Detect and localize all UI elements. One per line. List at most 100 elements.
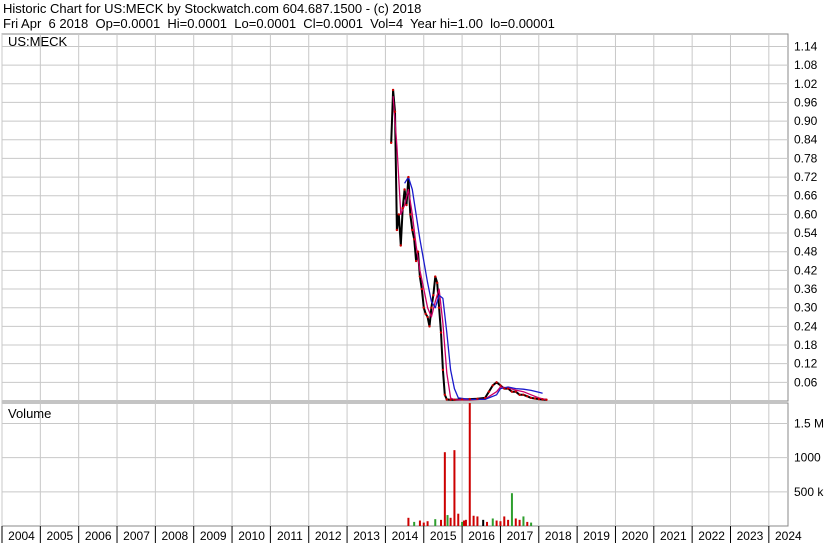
volume-bar <box>486 521 489 526</box>
price-point <box>476 397 479 401</box>
price-point <box>430 306 433 309</box>
volume-bar <box>495 520 498 526</box>
year-tick-label: 2004 <box>8 529 35 543</box>
volume-bar <box>522 516 525 526</box>
volume-tick-label: 1.5 M <box>794 417 824 431</box>
year-tick-label: 2019 <box>583 529 610 543</box>
year-tick-label: 2021 <box>660 529 687 543</box>
volume-bar <box>449 517 452 526</box>
stock-chart: 1.14 1.08 1.02 0.96 0.90 0.84 0.78 0.72 0.66 0.60… <box>1 33 824 543</box>
price-point <box>545 398 548 401</box>
volume-bar <box>468 403 471 526</box>
volume-tick-label: 500 k <box>794 485 824 499</box>
price-point <box>391 88 395 92</box>
year-tick-label: 2014 <box>392 529 419 543</box>
price-point <box>529 396 533 400</box>
volume-bar <box>507 519 510 526</box>
price-point <box>434 275 437 278</box>
price-point <box>453 398 456 401</box>
price-point <box>495 381 498 384</box>
price-tick-label: 0.30 <box>794 301 818 315</box>
price-point <box>435 281 439 285</box>
volume-bar <box>422 522 425 526</box>
volume-bar <box>407 517 410 526</box>
price-point <box>412 238 416 241</box>
price-tick-label: 0.84 <box>794 133 818 147</box>
price-point <box>443 393 447 396</box>
price-point <box>522 393 525 396</box>
price-panel-frame <box>1 33 789 402</box>
volume-panel-title: Volume <box>8 406 51 421</box>
year-tick-label: 2020 <box>622 529 649 543</box>
year-tick-label: 2006 <box>85 529 112 543</box>
price-point <box>416 250 420 253</box>
price-tick-label: 0.36 <box>794 282 818 296</box>
price-tick-label: 0.12 <box>794 357 818 371</box>
price-point <box>424 312 427 316</box>
volume-panel-frame <box>1 402 789 527</box>
volume-bar <box>472 515 475 526</box>
price-point <box>409 213 412 216</box>
price-point <box>518 393 521 396</box>
volume-bar <box>453 450 456 526</box>
volume-bar <box>413 521 416 526</box>
volume-bar <box>530 522 533 526</box>
volume-bar <box>446 515 449 526</box>
price-tick-label: 1.02 <box>794 77 818 91</box>
price-tick-label: 1.14 <box>794 39 818 53</box>
price-point <box>395 228 399 232</box>
price-tick-label: 1.08 <box>794 58 818 72</box>
volume-axis: 1.5 M 1000 500 k <box>794 417 824 499</box>
price-panel-title: US:MECK <box>8 34 68 49</box>
price-point <box>499 384 502 387</box>
volume-tick-label: 1000 <box>794 451 821 465</box>
price-point <box>460 398 464 401</box>
price-point <box>403 188 406 191</box>
price-tick-label: 0.18 <box>794 338 818 352</box>
year-tick-label: 2013 <box>353 529 380 543</box>
price-tick-label: 0.78 <box>794 151 818 165</box>
price-tick-label: 0.66 <box>794 189 818 203</box>
volume-bar <box>476 516 479 526</box>
price-point <box>401 206 404 210</box>
volume-bar <box>491 518 494 526</box>
price-point <box>541 398 544 401</box>
year-tick-label: 2022 <box>698 529 725 543</box>
price-point <box>426 315 429 319</box>
price-point <box>397 213 401 216</box>
year-tick-label: 2024 <box>775 529 802 543</box>
price-point <box>514 390 517 393</box>
price-point <box>428 325 431 328</box>
volume-bar <box>418 520 421 526</box>
year-tick-label: 2009 <box>200 529 227 543</box>
price-point <box>422 306 425 309</box>
year-tick-label: 2018 <box>545 529 572 543</box>
year-axis: 2004 2005 2006 2007 2008 2009 2010 2011 2012 2013… <box>1 526 802 543</box>
volume-bar <box>482 519 485 526</box>
price-point <box>487 390 491 393</box>
price-point <box>449 398 452 401</box>
year-tick-label: 2015 <box>430 529 457 543</box>
volume-bar <box>510 493 513 526</box>
price-point <box>537 397 540 401</box>
price-tick-label: 0.42 <box>794 263 818 277</box>
price-axis: 1.14 1.08 1.02 0.96 0.90 0.84 0.78 0.72 0.66 0.60… <box>794 39 818 389</box>
volume-bar <box>457 513 460 526</box>
price-point <box>506 387 510 390</box>
price-point <box>510 390 514 393</box>
price-point <box>420 287 424 291</box>
price-tick-label: 0.54 <box>794 226 818 240</box>
volume-bar <box>463 520 466 526</box>
price-point <box>418 275 422 278</box>
volume-bar <box>434 519 437 526</box>
year-tick-label: 2017 <box>507 529 534 543</box>
year-tick-label: 2007 <box>123 529 150 543</box>
price-tick-label: 0.96 <box>794 95 818 109</box>
volume-bar <box>440 519 443 526</box>
year-tick-label: 2016 <box>468 529 495 543</box>
price-tick-label: 0.48 <box>794 245 818 259</box>
volume-bar <box>499 521 502 526</box>
price-point <box>441 368 445 372</box>
price-tick-label: 0.24 <box>794 319 818 333</box>
year-tick-label: 2023 <box>737 529 764 543</box>
